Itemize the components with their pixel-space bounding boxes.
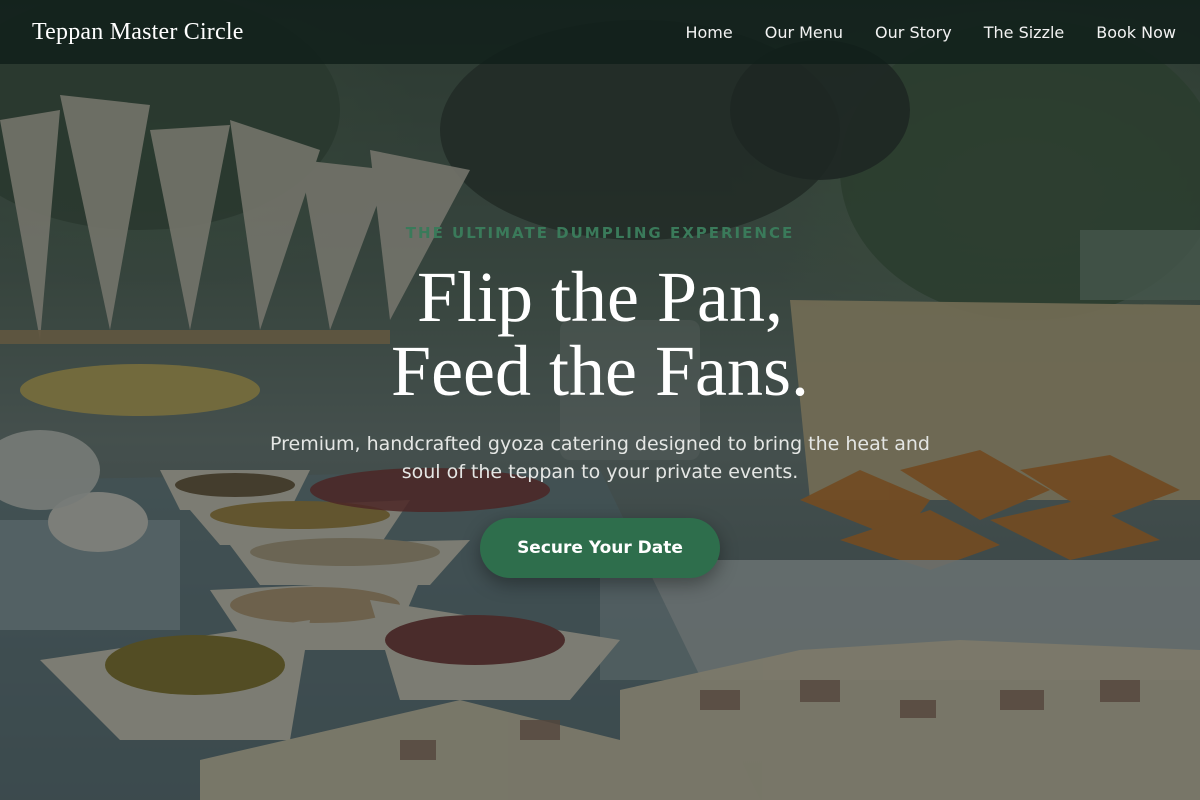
hero-eyebrow: The Ultimate Dumpling Experience	[405, 224, 795, 242]
top-navbar: Teppan Master Circle Home Our Menu Our S…	[0, 0, 1200, 64]
hero-headline-line-1: Flip the Pan,	[416, 257, 783, 337]
brand-logo-text[interactable]: Teppan Master Circle	[32, 19, 244, 46]
nav-link-our-story[interactable]: Our Story	[875, 23, 952, 42]
hero-headline-line-2: Feed the Fans.	[391, 331, 809, 411]
nav-link-our-menu[interactable]: Our Menu	[765, 23, 843, 42]
hero-section: The Ultimate Dumpling Experience Flip th…	[0, 64, 1200, 800]
nav-link-book-now[interactable]: Book Now	[1096, 23, 1176, 42]
nav-link-the-sizzle[interactable]: The Sizzle	[984, 23, 1065, 42]
nav-link-home[interactable]: Home	[685, 23, 732, 42]
secure-date-button[interactable]: Secure Your Date	[480, 518, 720, 578]
hero-subtext: Premium, handcrafted gyoza catering desi…	[269, 433, 930, 483]
nav-links: Home Our Menu Our Story The Sizzle Book …	[685, 23, 1176, 42]
hero-headline: Flip the Pan, Feed the Fans.	[0, 260, 1200, 408]
